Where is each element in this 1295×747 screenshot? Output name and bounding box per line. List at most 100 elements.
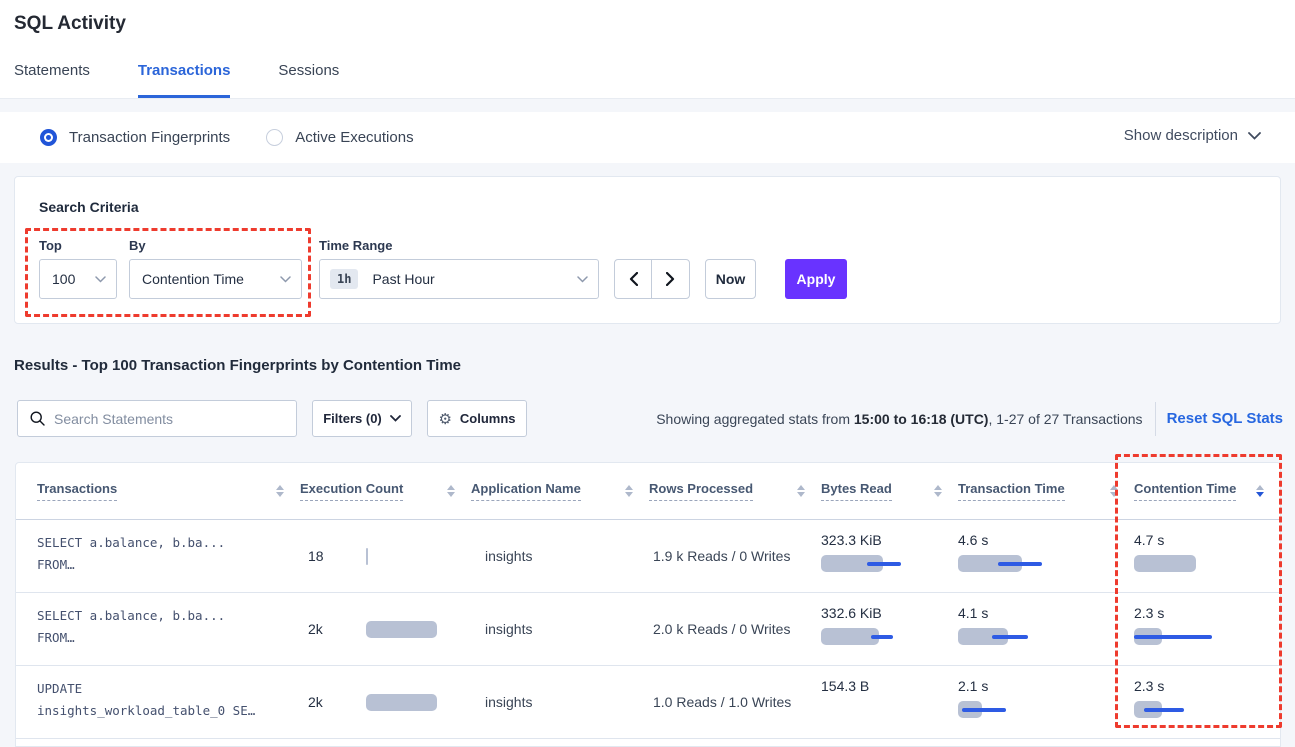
- chevron-down-icon: [577, 276, 588, 283]
- sql-activity-page: SQL Activity Statements Transactions Ses…: [0, 0, 1295, 740]
- column-header-transaction-time[interactable]: Transaction Time: [958, 481, 1134, 501]
- column-header-rows-processed[interactable]: Rows Processed: [649, 481, 821, 501]
- bar-stdev-line: [1144, 708, 1184, 712]
- bar-stdev-line: [867, 562, 901, 566]
- contention-time-value: 4.7 s: [1134, 532, 1280, 548]
- column-header-transactions[interactable]: Transactions: [16, 481, 300, 501]
- rows-processed-cell: 1.0 Reads / 1.0 Writes: [649, 666, 821, 738]
- execution-count-bar: [366, 621, 450, 638]
- stats-area: Showing aggregated stats from 15:00 to 1…: [656, 400, 1283, 437]
- search-statements-input[interactable]: [54, 411, 296, 427]
- query-line2: FROM…: [37, 554, 290, 576]
- bytes-read-cell: 154.3 B: [821, 666, 958, 738]
- by-label: By: [129, 238, 146, 253]
- contention-time-cell: 2.3 s: [1134, 593, 1280, 665]
- chevron-down-icon: [1248, 132, 1261, 140]
- columns-button[interactable]: ⚙ Columns: [427, 400, 527, 437]
- previous-time-button[interactable]: [615, 260, 652, 298]
- aggregated-stats-text: Showing aggregated stats from 15:00 to 1…: [656, 411, 1142, 427]
- radio-selected-icon: [40, 129, 57, 146]
- bytes-read-cell: 332.6 KiB: [821, 593, 958, 665]
- execution-count-bar: [366, 548, 450, 565]
- vertical-divider: [1155, 402, 1156, 436]
- sort-icon: [625, 485, 633, 497]
- now-button[interactable]: Now: [705, 259, 756, 299]
- bytes-read-value: 332.6 KiB: [821, 605, 958, 621]
- next-time-button[interactable]: [652, 260, 689, 298]
- column-header-execution-count[interactable]: Execution Count: [300, 481, 471, 501]
- bar-gray: [366, 621, 437, 638]
- apply-button[interactable]: Apply: [785, 259, 847, 299]
- reset-sql-stats-link[interactable]: Reset SQL Stats: [1167, 410, 1283, 427]
- tab-statements[interactable]: Statements: [14, 62, 90, 98]
- execution-count-value: 18: [300, 548, 366, 564]
- search-criteria-heading: Search Criteria: [39, 199, 139, 215]
- execution-count-value: 2k: [300, 621, 366, 637]
- bar-stdev-line: [992, 635, 1028, 639]
- top-select[interactable]: 100: [39, 259, 117, 299]
- stats-suffix: , 1-27 of 27 Transactions: [988, 411, 1142, 427]
- bar-stdev-line: [871, 635, 893, 639]
- application-name-cell: insights: [471, 520, 649, 592]
- filters-button[interactable]: Filters (0): [312, 400, 412, 437]
- query-line1: UPDATE: [37, 678, 290, 700]
- table-row[interactable]: SELECT a.balance, b.ba... FROM… 2k insig…: [16, 593, 1280, 666]
- contention-time-value: 2.3 s: [1134, 678, 1280, 694]
- bytes-read-value: 323.3 KiB: [821, 532, 958, 548]
- column-header-application-name[interactable]: Application Name: [471, 481, 649, 501]
- top-bar: SQL Activity Statements Transactions Ses…: [0, 0, 1295, 99]
- execution-count-cell: 18: [300, 520, 471, 592]
- contention-time-value: 2.3 s: [1134, 605, 1280, 621]
- stats-time-range: 15:00 to 16:18 (UTC): [854, 411, 989, 427]
- sort-icon: [276, 485, 284, 497]
- rows-processed-cell: 1.9 k Reads / 0 Writes: [649, 520, 821, 592]
- column-header-contention-time[interactable]: Contention Time: [1134, 481, 1280, 501]
- bar-gray: [366, 694, 437, 711]
- time-range-badge: 1h: [330, 269, 358, 289]
- table-row[interactable]: UPDATE insights_workload_table_0 SE… 2k …: [16, 666, 1280, 739]
- transaction-query-link[interactable]: SELECT a.balance, b.ba... FROM…: [16, 520, 300, 592]
- search-icon: [30, 411, 45, 426]
- tab-sessions[interactable]: Sessions: [278, 62, 339, 98]
- query-line2: insights_workload_table_0 SE…: [37, 700, 290, 722]
- chevron-down-icon: [95, 276, 106, 283]
- tab-transactions[interactable]: Transactions: [138, 62, 231, 98]
- column-header-bytes-read[interactable]: Bytes Read: [821, 481, 958, 501]
- view-toggle-strip: Transaction Fingerprints Active Executio…: [0, 112, 1295, 163]
- radio-active-executions[interactable]: Active Executions: [266, 129, 413, 146]
- transaction-query-link[interactable]: UPDATE insights_workload_table_0 SE…: [16, 666, 300, 738]
- stats-prefix: Showing aggregated stats from: [656, 411, 854, 427]
- search-statements-box: [17, 400, 297, 437]
- chevron-down-icon: [390, 415, 401, 422]
- execution-count-cell: 2k: [300, 666, 471, 738]
- bytes-read-cell: 323.3 KiB: [821, 520, 958, 592]
- radio-label: Active Executions: [295, 129, 413, 146]
- radio-transaction-fingerprints[interactable]: Transaction Fingerprints: [40, 129, 230, 146]
- transaction-query-link[interactable]: SELECT a.balance, b.ba... FROM…: [16, 593, 300, 665]
- sort-icon: [934, 485, 942, 497]
- results-heading: Results - Top 100 Transaction Fingerprin…: [14, 357, 461, 374]
- bar-gray: [1134, 555, 1196, 572]
- page-title: SQL Activity: [14, 13, 126, 35]
- time-range-select[interactable]: 1h Past Hour: [319, 259, 599, 299]
- chevron-down-icon: [280, 276, 291, 283]
- transaction-time-value: 4.1 s: [958, 605, 1134, 621]
- show-description-toggle[interactable]: Show description: [1124, 127, 1261, 144]
- gear-icon: ⚙: [438, 410, 451, 428]
- query-line1: SELECT a.balance, b.ba...: [37, 605, 290, 627]
- execution-count-bar: [366, 694, 450, 711]
- tab-bar: Statements Transactions Sessions: [14, 62, 339, 98]
- sort-icon: [447, 485, 455, 497]
- by-select[interactable]: Contention Time: [129, 259, 302, 299]
- top-label: Top: [39, 238, 62, 253]
- transaction-time-cell: 4.6 s: [958, 520, 1134, 592]
- radio-label: Transaction Fingerprints: [69, 129, 230, 146]
- radio-unselected-icon: [266, 129, 283, 146]
- rows-processed-cell: 2.0 k Reads / 0 Writes: [649, 593, 821, 665]
- table-row[interactable]: SELECT a.balance, b.ba... FROM… 18 insig…: [16, 520, 1280, 593]
- transactions-table: Transactions Execution Count Application…: [15, 462, 1281, 747]
- bytes-read-value: 154.3 B: [821, 678, 958, 694]
- execution-count-value: 2k: [300, 694, 366, 710]
- application-name-cell: insights: [471, 666, 649, 738]
- application-name-cell: insights: [471, 593, 649, 665]
